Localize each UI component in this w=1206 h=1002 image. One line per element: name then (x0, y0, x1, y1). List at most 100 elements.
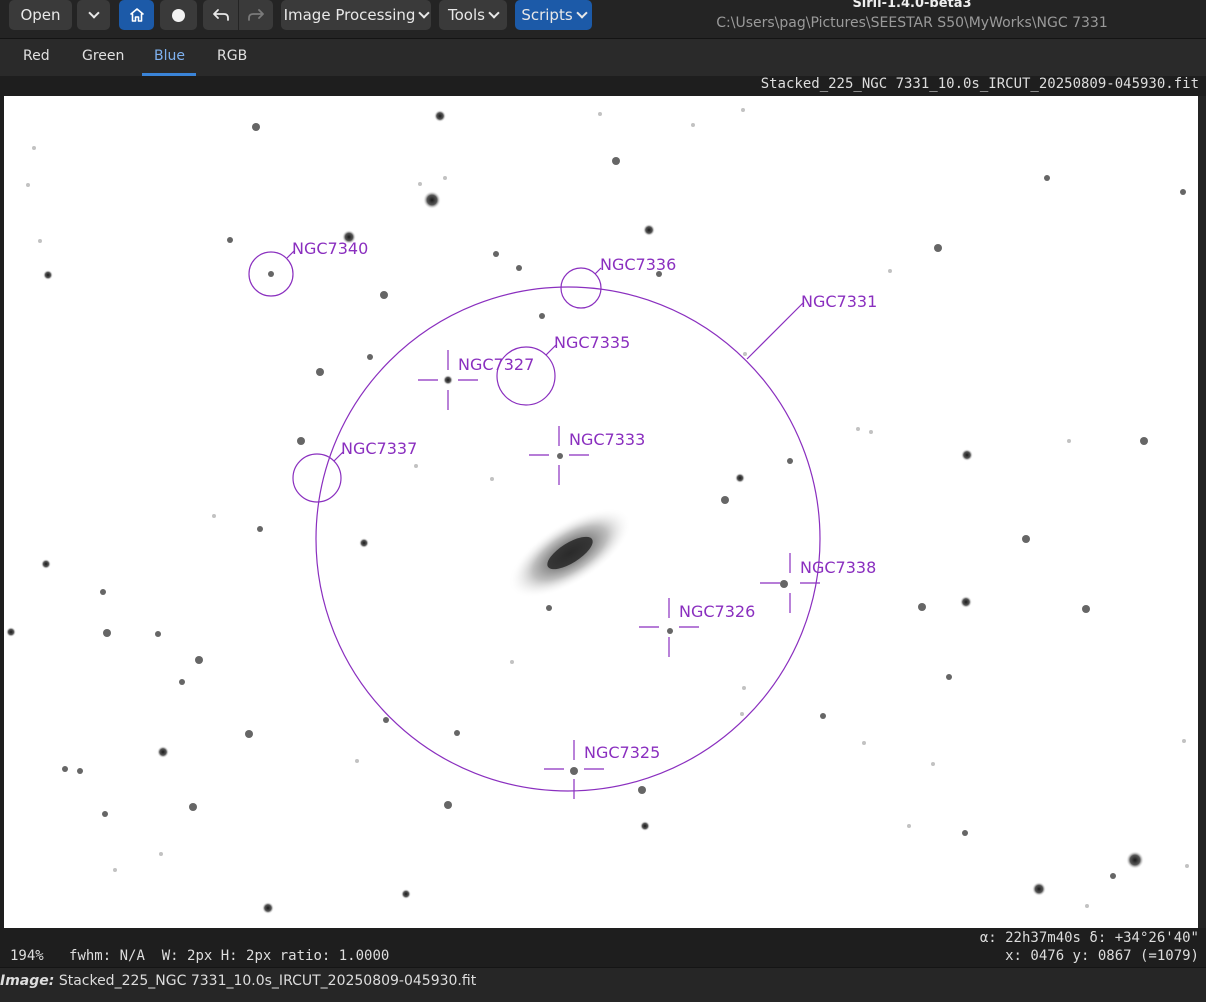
label-ngc7331: NGC7331 (801, 292, 877, 311)
undo-icon (212, 9, 229, 21)
star (1140, 437, 1148, 445)
star (102, 811, 108, 817)
star (245, 730, 253, 738)
star (189, 803, 197, 811)
star (638, 786, 646, 794)
window-path: C:\Users\pag\Pictures\SEESTAR S50\MyWork… (716, 15, 1108, 31)
image-processing-menu[interactable]: Image Processing (281, 0, 431, 30)
fwhm-readout: fwhm: N/A (69, 948, 145, 964)
star (418, 182, 422, 186)
star (743, 352, 747, 356)
star (434, 110, 446, 122)
star (179, 679, 185, 685)
tab-blue[interactable]: Blue (154, 48, 185, 64)
right-scroll-strip (1198, 96, 1206, 928)
scripts-menu[interactable]: Scripts (515, 0, 592, 30)
label-ngc7326: NGC7326 (679, 602, 755, 621)
star (6, 627, 16, 637)
star (252, 123, 260, 131)
star (1110, 873, 1116, 879)
tab-rgb[interactable]: RGB (217, 48, 247, 64)
star (640, 821, 650, 831)
star (454, 730, 460, 736)
star (159, 852, 163, 856)
star (77, 768, 83, 774)
star (32, 146, 36, 150)
star (316, 368, 324, 376)
star (195, 656, 203, 664)
tab-green[interactable]: Green (82, 48, 124, 64)
active-tab-indicator (142, 73, 196, 76)
label-ngc7335: NGC7335 (554, 333, 630, 352)
chevron-down-icon (575, 7, 588, 19)
star (1126, 851, 1144, 869)
star (907, 824, 911, 828)
star (546, 605, 552, 611)
star (268, 271, 274, 277)
redo-button[interactable] (239, 0, 273, 30)
star (742, 686, 746, 690)
star (26, 183, 30, 187)
chevron-down-icon (418, 7, 431, 19)
star-field[interactable]: NGC7340 NGC7336 NGC7331 NGC7335 NGC7327 … (4, 96, 1198, 928)
image-processing-label: Image Processing (283, 6, 416, 24)
star (1180, 189, 1186, 195)
star (931, 762, 935, 766)
star (257, 526, 263, 532)
open-button[interactable]: Open (9, 0, 72, 30)
undo-button[interactable] (203, 0, 238, 30)
star (443, 375, 453, 385)
label-ngc7325: NGC7325 (584, 743, 660, 762)
star (100, 589, 106, 595)
record-dot-icon (172, 8, 185, 22)
star (741, 108, 745, 112)
star (359, 538, 369, 548)
scripts-label: Scripts (521, 6, 573, 24)
star (780, 580, 788, 588)
star (960, 596, 972, 608)
star (1044, 175, 1050, 181)
pixel-coords-readout: x: 0476 y: 0867 (=1079) (1005, 948, 1199, 964)
radec-readout: α: 22h37m40s δ: +34°26'40" (979, 930, 1199, 946)
star (1182, 739, 1186, 743)
star (598, 112, 602, 116)
star (570, 767, 578, 775)
star (38, 239, 42, 243)
star (227, 237, 233, 243)
star (493, 251, 499, 257)
tools-label: Tools (448, 6, 485, 24)
bottom-bar: Image: Stacked_225_NGC 7331_10.0s_IRCUT_… (0, 967, 1206, 1002)
star (262, 902, 274, 914)
star (667, 628, 673, 634)
live-button[interactable] (160, 0, 197, 30)
star (443, 176, 447, 180)
star (490, 477, 494, 481)
star (103, 629, 111, 637)
window-title: Siril-1.4.0-beta3 (852, 0, 972, 11)
image-view[interactable]: NGC7340 NGC7336 NGC7331 NGC7335 NGC7327 … (4, 96, 1198, 928)
label-ngc7336: NGC7336 (600, 255, 676, 274)
star (946, 674, 952, 680)
label-ngc7338: NGC7338 (800, 558, 876, 577)
annotation-markers (248, 250, 821, 799)
star (934, 244, 942, 252)
tab-red[interactable]: Red (23, 48, 50, 64)
star (510, 660, 514, 664)
open-menu-button[interactable] (77, 0, 110, 30)
star (1067, 439, 1071, 443)
star (1185, 864, 1189, 868)
label-ngc7333: NGC7333 (569, 430, 645, 449)
star (157, 746, 169, 758)
star (43, 270, 53, 280)
star (820, 713, 826, 719)
star (423, 191, 441, 209)
star (856, 427, 860, 431)
home-button[interactable] (119, 0, 154, 30)
star (962, 830, 968, 836)
star (787, 458, 793, 464)
zoom-level: 194% (10, 948, 44, 964)
star (869, 430, 873, 434)
tools-menu[interactable]: Tools (439, 0, 507, 30)
star (414, 464, 418, 468)
star (380, 291, 388, 299)
